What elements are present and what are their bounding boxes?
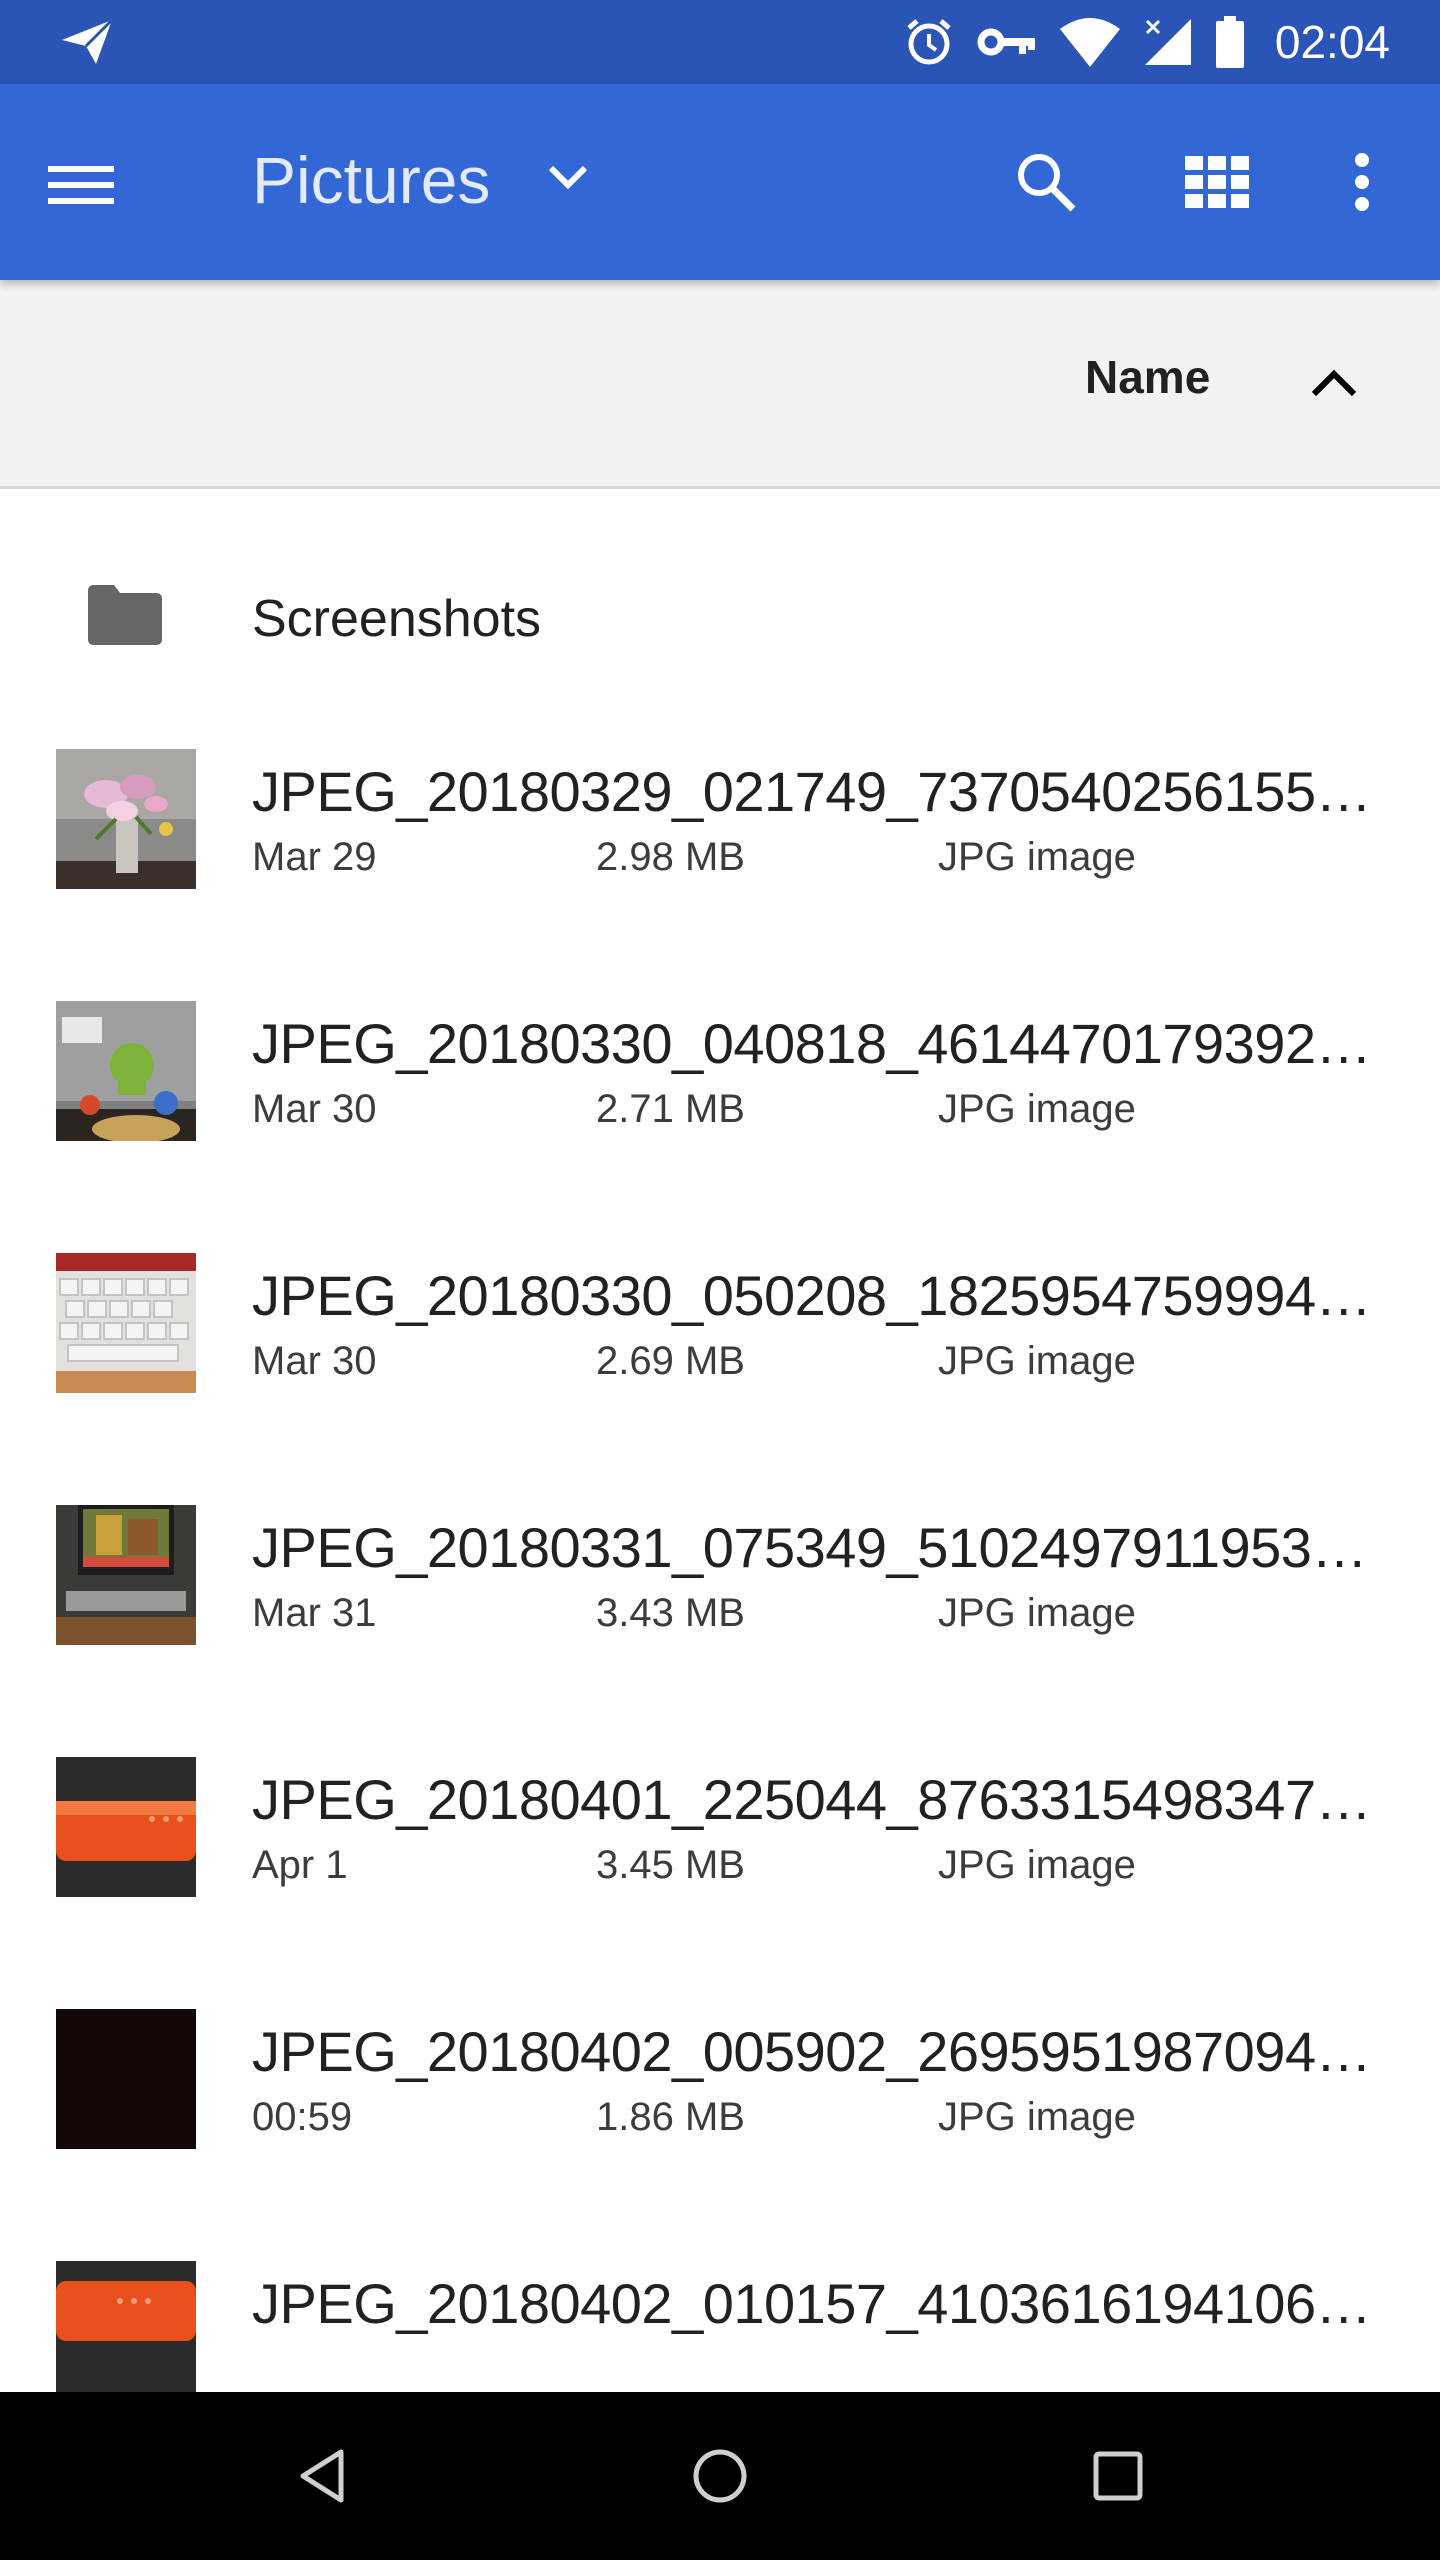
folder-icon <box>88 585 162 650</box>
file-date: Apr 1 <box>252 1843 348 1887</box>
thumbnail-image <box>56 1253 196 1393</box>
file-type: JPG image <box>938 1843 1136 1887</box>
file-item[interactable]: JPEG_20180402_005902_26959519870941... 0… <box>0 2009 1440 2261</box>
file-type: JPG image <box>938 1339 1136 1383</box>
file-name: JPEG_20180401_225044_87633154983475... <box>252 1768 1372 1831</box>
thumbnail-image <box>56 2009 196 2149</box>
recents-icon <box>1093 2451 1143 2501</box>
file-size: 2.71 MB <box>596 1087 745 1131</box>
back-icon <box>300 2449 344 2503</box>
back-button[interactable] <box>272 2426 372 2526</box>
file-list: Screenshots JPEG_20180329_021749_7370540… <box>0 489 1440 2513</box>
file-type: JPG image <box>938 1591 1136 1635</box>
file-date: Mar 30 <box>252 1339 377 1383</box>
send-icon <box>60 18 114 66</box>
status-time: 02:04 <box>1274 16 1390 68</box>
page-title: Pictures <box>252 143 491 217</box>
home-button[interactable] <box>670 2426 770 2526</box>
home-icon <box>693 2449 747 2503</box>
more-vert-icon <box>1355 153 1369 211</box>
menu-button[interactable] <box>48 144 146 224</box>
navigation-bar <box>0 2392 1440 2560</box>
wifi-icon <box>1059 17 1121 67</box>
file-size: 1.86 MB <box>596 2095 745 2139</box>
file-item[interactable]: JPEG_20180401_225044_87633154983475... A… <box>0 1757 1440 2009</box>
file-type: JPG image <box>938 1087 1136 1131</box>
menu-icon <box>48 166 114 204</box>
thumbnail-image <box>56 1001 196 1141</box>
signal-icon <box>1143 17 1193 67</box>
thumbnail-image <box>56 2261 196 2401</box>
file-name: JPEG_20180402_010157_41036161941063... <box>252 2272 1372 2335</box>
alarm-icon <box>903 16 955 68</box>
file-size: 3.43 MB <box>596 1591 745 1635</box>
status-icons: 02:04 <box>903 0 1390 84</box>
file-date: Mar 29 <box>252 835 377 879</box>
sort-bar: Name <box>0 280 1440 489</box>
file-date: Mar 30 <box>252 1087 377 1131</box>
file-size: 2.69 MB <box>596 1339 745 1383</box>
thumbnail-image <box>56 1757 196 1897</box>
more-options-button[interactable] <box>1312 132 1412 232</box>
chevron-up-icon[interactable] <box>1310 368 1358 403</box>
file-item[interactable]: JPEG_20180329_021749_73705402561553... M… <box>0 749 1440 1001</box>
search-icon <box>1018 154 1076 212</box>
location-dropdown[interactable]: Pictures <box>252 130 588 230</box>
vpn-key-icon <box>977 22 1037 62</box>
search-button[interactable] <box>996 132 1096 232</box>
file-name: JPEG_20180402_005902_26959519870941... <box>252 2020 1372 2083</box>
folder-label: Screenshots <box>252 590 542 648</box>
file-size: 3.45 MB <box>596 1843 745 1887</box>
file-name: JPEG_20180329_021749_73705402561553... <box>252 760 1372 823</box>
file-type: JPG image <box>938 2095 1136 2139</box>
file-item[interactable]: JPEG_20180331_075349_51024979119532... M… <box>0 1505 1440 1757</box>
file-item[interactable]: JPEG_20180330_050208_18259547599940... M… <box>0 1253 1440 1505</box>
sort-by-name-button[interactable]: Name <box>1085 350 1210 404</box>
file-name: JPEG_20180330_050208_18259547599940... <box>252 1264 1372 1327</box>
file-item[interactable]: JPEG_20180330_040818_46144701793925... M… <box>0 1001 1440 1253</box>
file-date: Mar 31 <box>252 1591 377 1635</box>
grid-view-button[interactable] <box>1167 132 1267 232</box>
file-name: JPEG_20180330_040818_46144701793925... <box>252 1012 1372 1075</box>
folder-item-screenshots[interactable]: Screenshots <box>0 489 1440 749</box>
file-date: 00:59 <box>252 2095 353 2139</box>
file-size: 2.98 MB <box>596 835 745 879</box>
status-bar: 02:04 <box>0 0 1440 84</box>
file-type: JPG image <box>938 835 1136 879</box>
grid-view-icon <box>1185 156 1249 208</box>
app-bar: Pictures <box>0 84 1440 280</box>
thumbnail-image <box>56 1505 196 1645</box>
chevron-down-icon <box>548 165 588 196</box>
battery-icon <box>1215 16 1245 68</box>
recents-button[interactable] <box>1068 2426 1168 2526</box>
file-name: JPEG_20180331_075349_51024979119532... <box>252 1516 1372 1579</box>
thumbnail-image <box>56 749 196 889</box>
